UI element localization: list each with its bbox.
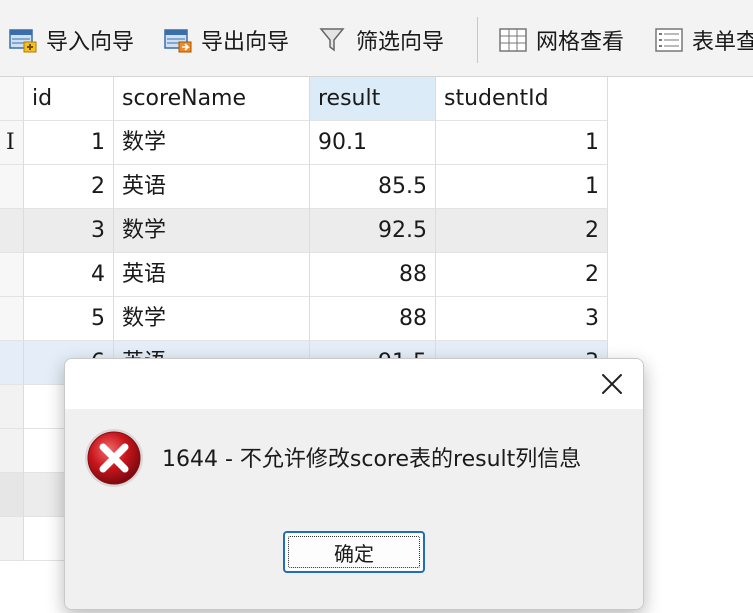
cell-scorename[interactable]: 数学 [114, 209, 310, 253]
grid-view-label: 网格查看 [536, 30, 625, 55]
row-indicator[interactable] [0, 253, 24, 297]
cell-id[interactable]: 5 [24, 297, 114, 341]
ok-button[interactable]: 确定 [283, 531, 425, 573]
cell-scorename[interactable]: 英语 [114, 165, 310, 209]
column-header-scorename[interactable]: scoreName [114, 77, 310, 121]
empty-cell [24, 385, 64, 429]
cell-scorename[interactable]: 数学 [114, 297, 310, 341]
cell-result[interactable]: 85.5 [310, 165, 436, 209]
cell-studentid[interactable]: 3 [436, 297, 608, 341]
form-view-label: 表单查看 [692, 30, 753, 55]
form-icon [654, 26, 684, 54]
focus-outline [288, 536, 420, 568]
cell-studentid[interactable]: 1 [436, 121, 608, 165]
filter-wizard-button[interactable]: 筛选向导 [318, 22, 444, 58]
close-icon [602, 374, 622, 394]
row-indicator[interactable] [0, 341, 24, 385]
column-header-studentid[interactable]: studentId [436, 77, 608, 121]
cell-id[interactable]: 1 [24, 121, 114, 165]
filter-icon [318, 26, 348, 54]
export-wizard-button[interactable]: 导出向导 [163, 22, 289, 58]
cell-id[interactable]: 4 [24, 253, 114, 297]
import-wizard-label: 导入向导 [46, 30, 135, 55]
toolbar-separator [477, 17, 478, 63]
row-indicator[interactable]: I [0, 121, 24, 165]
row-indicator [0, 385, 24, 429]
cell-studentid[interactable]: 2 [436, 253, 608, 297]
cell-studentid[interactable]: 2 [436, 209, 608, 253]
dialog-body: 1644 - 不允许修改score表的result列信息 确定 [65, 409, 643, 609]
cell-id[interactable]: 2 [24, 165, 114, 209]
close-button[interactable] [595, 367, 629, 401]
row-indicator[interactable] [0, 209, 24, 253]
row-indicator [0, 473, 24, 517]
cell-result-editing[interactable]: 90.1 [310, 121, 436, 165]
cell-scorename[interactable]: 英语 [114, 253, 310, 297]
cell-id[interactable]: 3 [24, 209, 114, 253]
row-indicator[interactable] [0, 165, 24, 209]
row-indicator [0, 429, 24, 473]
empty-cell [24, 473, 64, 517]
filter-wizard-label: 筛选向导 [356, 30, 445, 55]
export-icon [163, 26, 193, 54]
cell-scorename[interactable]: 数学 [114, 121, 310, 165]
import-icon [8, 26, 38, 54]
error-dialog: 1644 - 不允许修改score表的result列信息 确定 [64, 358, 644, 610]
cell-studentid[interactable]: 1 [436, 165, 608, 209]
column-header-id[interactable]: id [24, 77, 114, 121]
row-indicator[interactable] [0, 297, 24, 341]
error-icon [83, 427, 145, 489]
row-indicator [0, 517, 24, 561]
grid-icon [498, 26, 528, 54]
empty-cell [24, 517, 64, 561]
cell-result[interactable]: 88 [310, 297, 436, 341]
empty-cell [24, 429, 64, 473]
dialog-title-bar [65, 359, 643, 409]
edit-cursor-indicator: I [6, 130, 15, 155]
cell-result[interactable]: 88 [310, 253, 436, 297]
export-wizard-label: 导出向导 [201, 30, 290, 55]
column-header-result[interactable]: result [310, 77, 436, 121]
header-indicator [0, 77, 24, 121]
grid-view-button[interactable]: 网格查看 [498, 22, 624, 58]
form-view-button[interactable]: 表单查看 [654, 22, 753, 58]
toolbar: 导入向导 导出向导 筛选向导 网格查看 表单 [0, 0, 753, 77]
import-wizard-button[interactable]: 导入向导 [8, 22, 134, 58]
error-message: 1644 - 不允许修改score表的result列信息 [162, 447, 582, 472]
cell-result[interactable]: 92.5 [310, 209, 436, 253]
